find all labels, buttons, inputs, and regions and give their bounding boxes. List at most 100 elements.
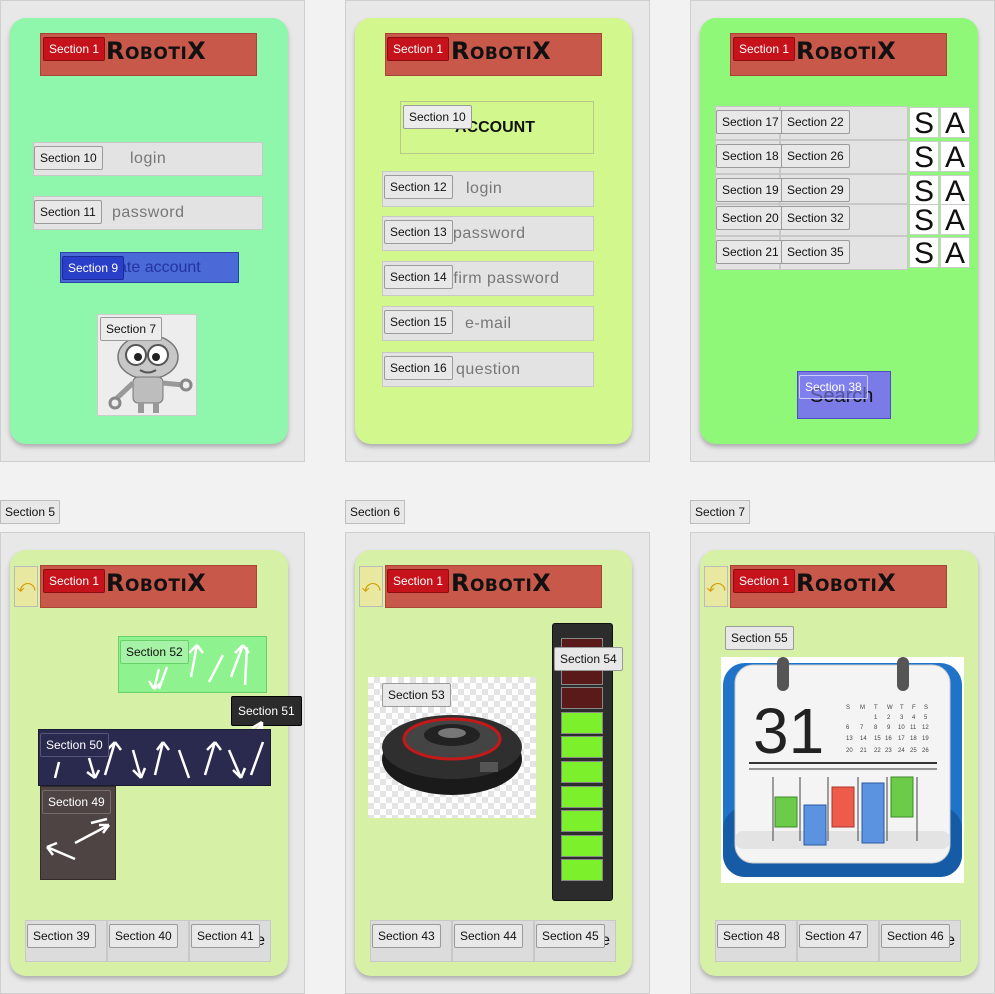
login-placeholder: login bbox=[130, 150, 167, 167]
letter-s: S bbox=[909, 141, 939, 173]
battery-section-tag: Section 54 bbox=[554, 647, 623, 671]
question-placeholder: question bbox=[456, 360, 521, 378]
field-section-tag: Section 12 bbox=[384, 175, 453, 199]
svg-text:15: 15 bbox=[874, 736, 881, 742]
svg-text:12: 12 bbox=[922, 725, 929, 731]
footer-section-tag: Section 44 bbox=[454, 924, 523, 948]
register-login-placeholder: login bbox=[466, 180, 503, 197]
svg-text:T: T bbox=[874, 705, 878, 711]
svg-text:S: S bbox=[846, 705, 850, 711]
header-section-tag: Section 1 bbox=[387, 37, 450, 61]
arrow-panel-tag: Section 49 bbox=[42, 790, 111, 814]
app-logo: RobotiX bbox=[796, 569, 897, 597]
battery-cell bbox=[561, 785, 603, 808]
app-logo: RobotiX bbox=[796, 37, 897, 65]
header-section-tag: Section 1 bbox=[733, 37, 796, 61]
letter-a: A bbox=[940, 141, 970, 173]
app-logo: RobotiX bbox=[451, 569, 552, 597]
search-section-tag: Section 38 bbox=[799, 375, 868, 399]
calendar-day: 31 bbox=[753, 695, 824, 767]
svg-text:24: 24 bbox=[898, 748, 905, 754]
undo-icon[interactable]: ⤺ bbox=[704, 566, 728, 607]
grid-section-tag: Section 26 bbox=[781, 144, 850, 168]
svg-text:19: 19 bbox=[922, 736, 929, 742]
account-section-tag: Section 10 bbox=[403, 105, 472, 129]
field-section-tag: Section 13 bbox=[384, 220, 453, 244]
header-section-tag: Section 1 bbox=[387, 569, 450, 593]
battery-cell bbox=[561, 761, 603, 783]
create-account-section-tag: Section 9 bbox=[62, 256, 125, 280]
svg-text:13: 13 bbox=[846, 736, 853, 742]
svg-text:14: 14 bbox=[860, 736, 867, 742]
undo-icon[interactable]: ⤺ bbox=[359, 566, 383, 607]
grid-section-tag: Section 21 bbox=[716, 240, 785, 264]
footer-section-tag: Section 41 bbox=[191, 924, 260, 948]
password-section-tag: Section 11 bbox=[34, 200, 102, 224]
svg-text:21: 21 bbox=[860, 748, 867, 754]
footer-section-tag: Section 48 bbox=[717, 924, 786, 948]
vacuum-section-tag: Section 53 bbox=[382, 683, 451, 707]
battery-cell bbox=[561, 834, 603, 857]
letter-s: S bbox=[909, 237, 939, 269]
svg-text:M: M bbox=[860, 705, 865, 711]
svg-text:20: 20 bbox=[846, 748, 853, 754]
grid-section-tag: Section 17 bbox=[716, 110, 785, 134]
arrow-panel-tag: Section 50 bbox=[40, 733, 109, 757]
letter-a: A bbox=[940, 204, 970, 236]
email-placeholder: e-mail bbox=[465, 314, 512, 332]
field-section-tag: Section 14 bbox=[384, 265, 453, 289]
calendar-section-tag: Section 55 bbox=[725, 626, 794, 650]
battery-cell bbox=[561, 687, 603, 710]
grid-section-tag: Section 22 bbox=[781, 110, 850, 134]
letter-s: S bbox=[909, 175, 939, 207]
login-section-tag: Section 10 bbox=[34, 146, 103, 170]
battery-cell bbox=[561, 859, 603, 882]
robot-section-tag: Section 7 bbox=[100, 317, 163, 341]
svg-text:18: 18 bbox=[910, 736, 917, 742]
battery-cells bbox=[561, 638, 603, 886]
header-section-tag: Section 1 bbox=[733, 569, 796, 593]
password-placeholder: password bbox=[112, 204, 185, 221]
calendar-image[interactable]: 31 SMTWTFS 12345 6 7 8 9 10 11 12 13 14 15 16 17 18… bbox=[721, 657, 964, 883]
battery-cell bbox=[561, 810, 603, 833]
battery-cell bbox=[561, 711, 603, 734]
footer-section-tag: Section 40 bbox=[109, 924, 178, 948]
screen-label-6: Section 6 bbox=[345, 500, 406, 524]
header-section-tag: Section 1 bbox=[43, 569, 106, 593]
svg-text:26: 26 bbox=[922, 748, 929, 754]
svg-text:F: F bbox=[912, 705, 916, 711]
svg-text:22: 22 bbox=[874, 748, 881, 754]
app-logo: RobotiX bbox=[106, 37, 207, 65]
grid-section-tag: Section 19 bbox=[716, 178, 785, 202]
letter-a: A bbox=[940, 107, 970, 139]
svg-text:11: 11 bbox=[910, 725, 917, 731]
letter-s: S bbox=[909, 204, 939, 236]
grid-section-tag: Section 29 bbox=[781, 178, 850, 202]
svg-text:25: 25 bbox=[910, 748, 917, 754]
grid-section-tag: Section 18 bbox=[716, 144, 785, 168]
create-account-label: ate account bbox=[118, 259, 201, 276]
screen-label-5: Section 5 bbox=[0, 500, 61, 524]
svg-text:W: W bbox=[887, 705, 893, 711]
header-section-tag: Section 1 bbox=[43, 37, 106, 61]
svg-text:10: 10 bbox=[898, 725, 905, 731]
letter-s: S bbox=[909, 107, 939, 139]
grid-section-tag: Section 20 bbox=[716, 206, 785, 230]
footer-section-tag: Section 39 bbox=[27, 924, 96, 948]
footer-section-tag: Section 45 bbox=[536, 924, 605, 948]
field-section-tag: Section 15 bbox=[384, 310, 453, 334]
svg-text:16: 16 bbox=[885, 736, 892, 742]
svg-text:23: 23 bbox=[885, 748, 892, 754]
svg-text:T: T bbox=[900, 705, 904, 711]
grid-section-tag: Section 32 bbox=[781, 206, 850, 230]
register-password-placeholder: password bbox=[453, 224, 526, 242]
footer-section-tag: Section 46 bbox=[881, 924, 950, 948]
calendar-icon: 31 SMTWTFS 12345 6 7 8 9 10 11 12 13 14 15 16 17 18… bbox=[723, 657, 962, 877]
undo-icon[interactable]: ⤺ bbox=[14, 566, 38, 607]
app-logo: RobotiX bbox=[451, 37, 552, 65]
letter-a: A bbox=[940, 237, 970, 269]
app-logo: RobotiX bbox=[106, 569, 207, 597]
battery-cell bbox=[561, 736, 603, 759]
grid-section-tag: Section 35 bbox=[781, 240, 850, 264]
field-section-tag: Section 16 bbox=[384, 356, 453, 380]
